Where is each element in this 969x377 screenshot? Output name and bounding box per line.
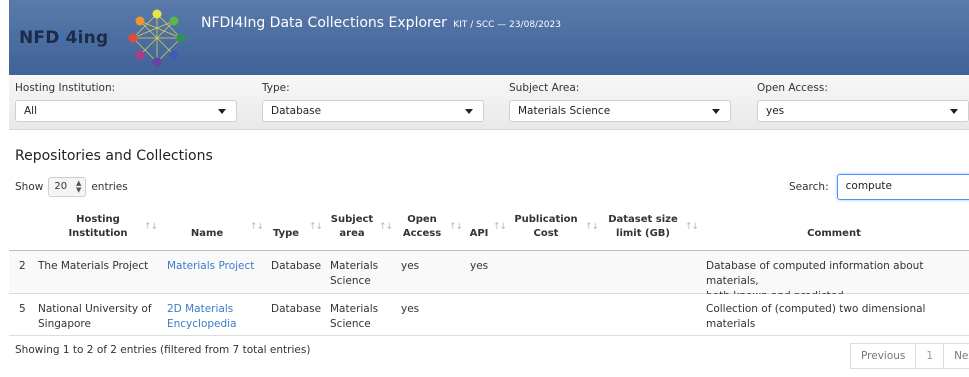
length-control: Show 20 ▲ ▼ entries [15, 177, 128, 197]
filter-subject-area: Subject Area: Materials Science [509, 82, 731, 122]
sort-icon: ↑↓ [309, 222, 323, 232]
collections-table: Hosting Institution ↑↓ Name ↑↓ Type ↑↓ Su… [9, 209, 969, 336]
filter-type: Type: Database [262, 82, 484, 122]
app-title-text: NFDI4Ing Data Collections Explorer [201, 15, 447, 31]
filter-bar: Hosting Institution: All Type: Database … [9, 75, 969, 130]
search-control: Search: compute [789, 174, 969, 200]
filter-label: Hosting Institution: [15, 82, 116, 94]
hosting-institution-select[interactable]: All [15, 100, 237, 122]
chevron-down-icon [218, 109, 226, 114]
col-type[interactable]: Type [270, 227, 302, 241]
chevron-down-icon [950, 109, 958, 114]
select-value: All [24, 105, 38, 117]
type-select[interactable]: Database [262, 100, 484, 122]
col-publication-cost[interactable]: Publication Cost [509, 213, 583, 241]
col-api[interactable]: API [468, 227, 490, 241]
nfdi4ing-logo: NFDi4ing [19, 8, 187, 68]
app-subtitle: KIT / SCC — 23/08/2023 [453, 20, 561, 30]
filter-open-access: Open Access: yes [757, 82, 969, 122]
logo-network-icon [128, 9, 186, 67]
col-hosting-institution[interactable]: Hosting Institution [61, 213, 135, 241]
pagination: Previous 1 Next [850, 343, 969, 369]
sort-icon: ↑↓ [379, 222, 393, 232]
cell-subject: Materials Science [330, 303, 379, 330]
sort-icon: ↑↓ [493, 222, 507, 232]
sort-icon: ↑↓ [585, 222, 599, 232]
next-page-button[interactable]: Next [943, 343, 969, 369]
app-header: NFDi4ing NFDI4Ing Data Collections Explo… [9, 0, 969, 75]
col-name[interactable]: Name [185, 227, 229, 241]
show-label: Show [15, 181, 44, 193]
search-input[interactable]: compute [836, 174, 969, 200]
select-value: Materials Science [518, 105, 611, 117]
col-subject-area[interactable]: Subject area [329, 213, 375, 241]
previous-page-button[interactable]: Previous [850, 343, 917, 369]
sort-icon: ↑↓ [144, 222, 158, 232]
section-title: Repositories and Collections [15, 148, 213, 164]
app-title: NFDI4Ing Data Collections Explorer KIT /… [201, 15, 561, 31]
cell-type: Database [271, 303, 322, 315]
cell-open-access: yes [401, 303, 420, 315]
entries-length-select[interactable]: 20 ▲ ▼ [48, 177, 87, 197]
cell-subject: Materials Science [330, 260, 379, 287]
cell-type: Database [271, 260, 322, 272]
col-open-access[interactable]: Open Access [399, 213, 445, 241]
entries-label: entries [91, 181, 128, 193]
col-comment[interactable]: Comment [789, 227, 879, 241]
table-header: Hosting Institution ↑↓ Name ↑↓ Type ↑↓ Su… [9, 209, 969, 251]
sort-icon: ↑↓ [685, 222, 699, 232]
select-value: 20 [54, 181, 68, 192]
open-access-select[interactable]: yes [757, 100, 969, 122]
row-index: 5 [19, 303, 26, 315]
col-dataset-size[interactable]: Dataset size limit (GB) [605, 213, 681, 241]
filter-hosting-institution: Hosting Institution: All [15, 82, 237, 122]
table-info: Showing 1 to 2 of 2 entries (filtered fr… [15, 344, 311, 356]
subject-area-select[interactable]: Materials Science [509, 100, 731, 122]
cell-name-link[interactable]: 2D Materials Encyclopedia [167, 302, 237, 332]
select-value: Database [271, 105, 322, 117]
cell-api: yes [470, 260, 489, 272]
sort-icon: ↑↓ [449, 222, 463, 232]
sort-icon: ↑↓ [250, 222, 264, 232]
cell-institution: The Materials Project [38, 260, 149, 272]
page-1-button[interactable]: 1 [915, 343, 945, 369]
filter-label: Subject Area: [509, 82, 580, 94]
table-row: 5 National University of Singapore 2D Mat… [9, 294, 969, 336]
filter-label: Type: [262, 82, 290, 94]
cell-open-access: yes [401, 260, 420, 272]
select-value: yes [766, 105, 785, 117]
chevron-down-icon [465, 109, 473, 114]
logo-text: NFDi4ing [19, 28, 109, 48]
updown-arrows-icon: ▲ ▼ [75, 179, 82, 194]
chevron-down-icon [712, 109, 720, 114]
cell-institution: National University of Singapore [38, 303, 152, 330]
table-row: 2 The Materials Project Materials Projec… [9, 251, 969, 302]
filter-label: Open Access: [757, 82, 828, 94]
search-label: Search: [789, 181, 829, 193]
cell-name-link[interactable]: Materials Project [167, 259, 254, 274]
cell-comment: Collection of (computed) two dimensional… [706, 303, 926, 330]
row-index: 2 [19, 260, 26, 272]
